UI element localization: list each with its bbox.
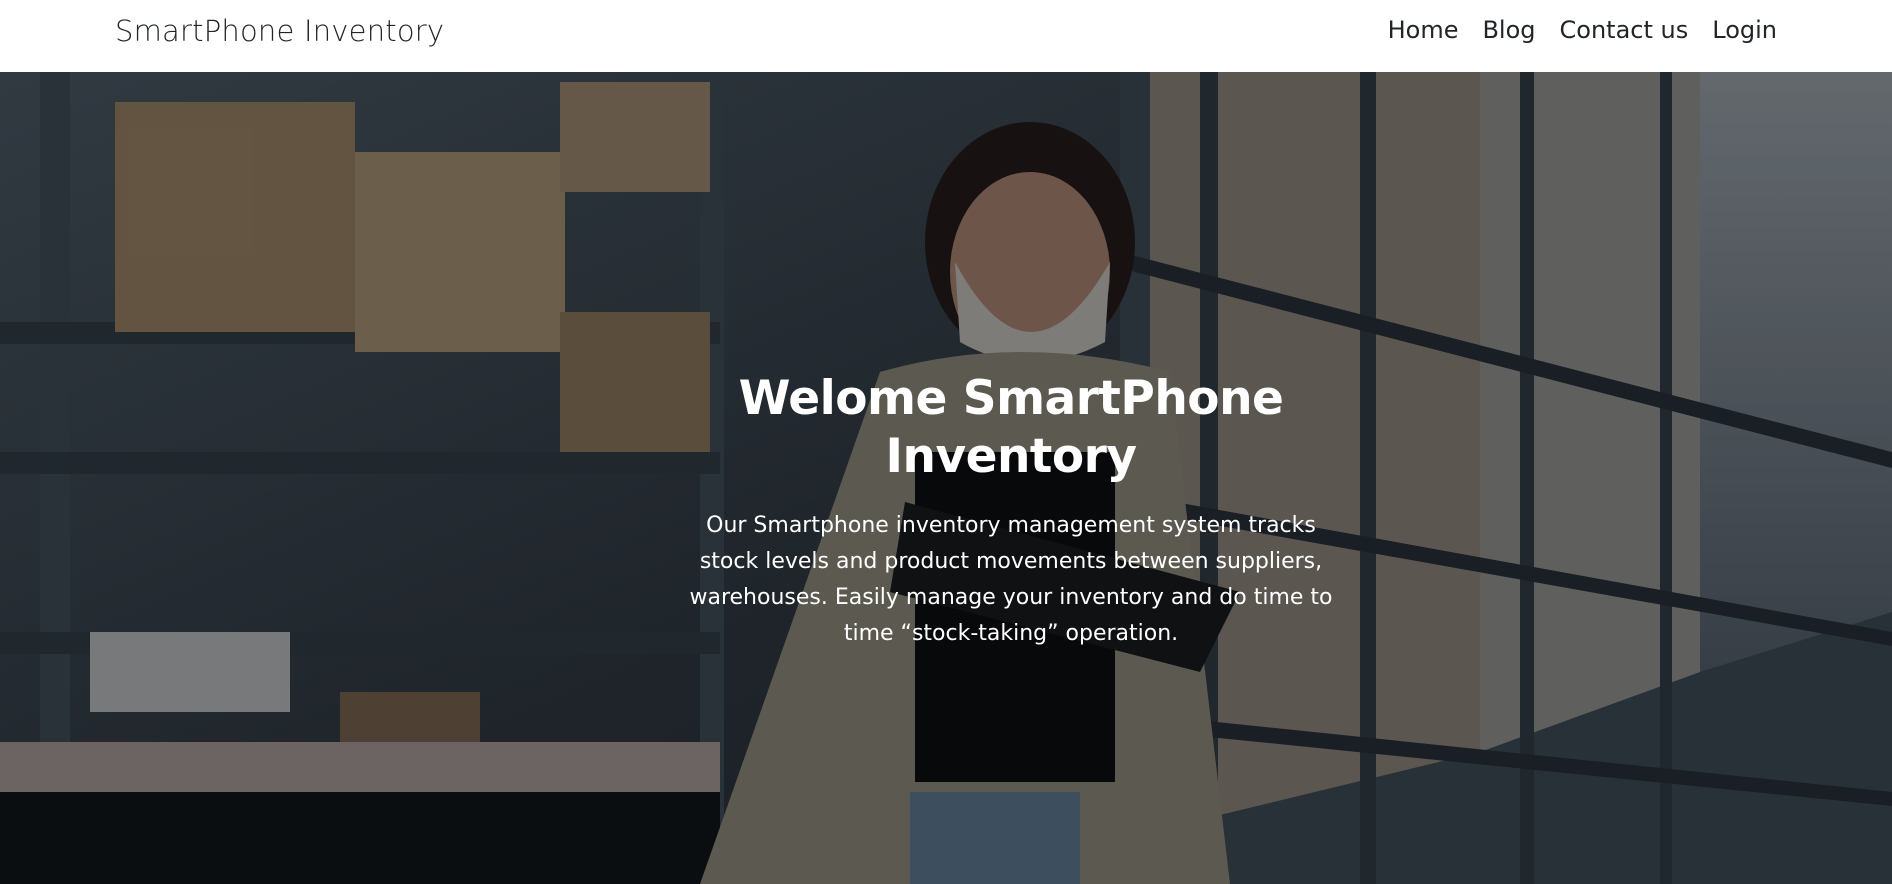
nav-link-login[interactable]: Login [1712,16,1777,44]
nav-menu: Home Blog Contact us Login [1388,16,1777,44]
hero-content: Welome SmartPhone Inventory Our Smartpho… [686,370,1336,652]
hero-section: Welome SmartPhone Inventory Our Smartpho… [0,72,1892,884]
nav-link-contact[interactable]: Contact us [1560,16,1689,44]
nav-link-home[interactable]: Home [1388,16,1459,44]
top-navbar: SmartPhone Inventory Home Blog Contact u… [0,0,1892,72]
hero-title: Welome SmartPhone Inventory [738,371,1284,484]
hero-description: Our Smartphone inventory management syst… [689,513,1333,646]
brand-link[interactable]: SmartPhone Inventory [115,14,444,48]
nav-link-blog[interactable]: Blog [1482,16,1535,44]
